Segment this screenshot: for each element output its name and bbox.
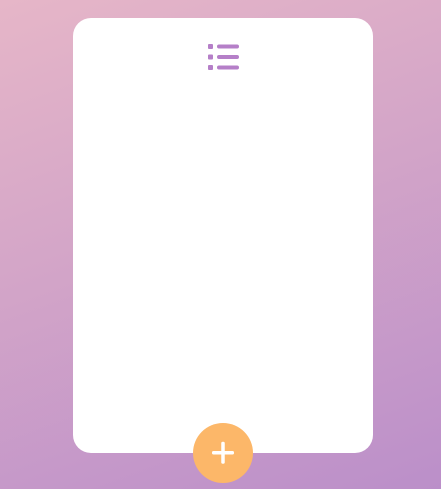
add-button[interactable] [193,423,253,483]
list-line [217,55,239,59]
list-bullet [208,44,213,49]
list-bullet [208,54,213,60]
list-bullet [208,65,213,70]
task-list-card [73,18,373,453]
list-line [217,44,239,49]
list-line [217,65,239,70]
plus-icon [212,441,234,464]
list-icon [208,44,239,70]
